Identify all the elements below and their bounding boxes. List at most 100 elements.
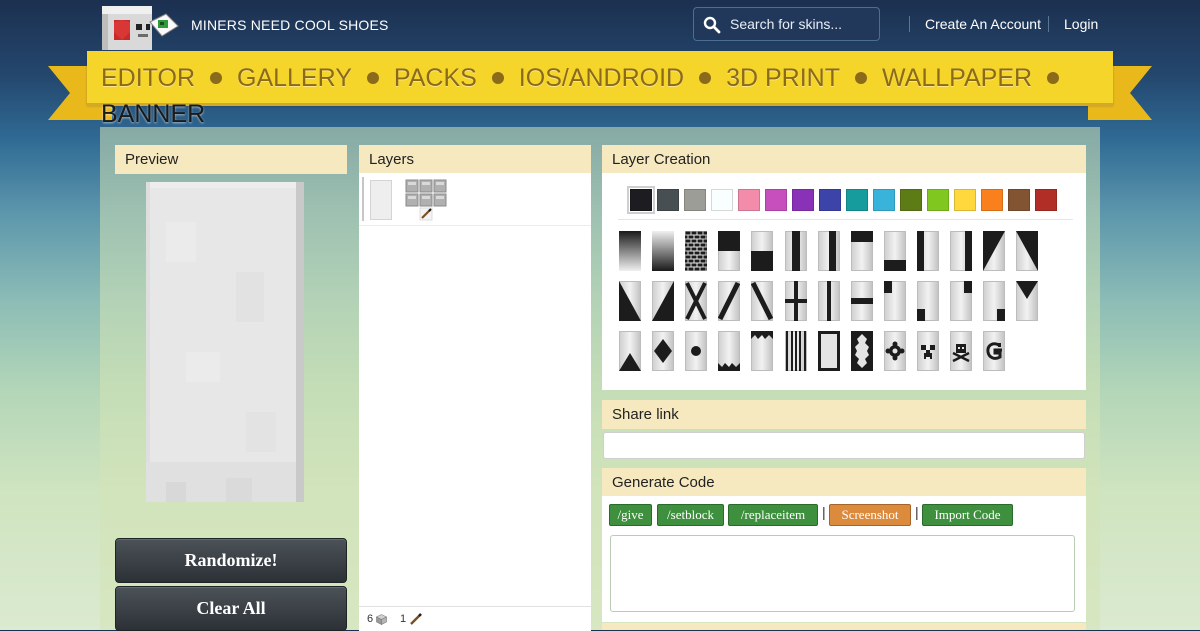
gradient-up-icon[interactable] [652,231,675,271]
search-box[interactable] [693,7,880,41]
creeper-icon[interactable] [916,331,939,371]
gradient-icon[interactable] [619,231,641,271]
half-bottom-icon[interactable] [751,231,774,271]
color-swatch[interactable] [792,189,814,211]
square-bottom-right-icon[interactable] [983,281,1006,321]
preview-title: Preview [115,145,347,174]
color-swatch[interactable] [819,189,841,211]
nav-wallpaper[interactable]: WALLPAPER [882,64,1032,92]
color-swatch[interactable] [954,189,976,211]
color-swatch[interactable] [738,189,760,211]
layer-row-base[interactable] [359,175,591,226]
stripe-downright-icon[interactable] [718,281,741,321]
color-swatch[interactable] [657,189,679,211]
site-name[interactable]: MINERS NEED COOL SHOES [191,17,389,33]
share-link-title: Share link [602,400,1086,429]
color-swatch[interactable] [627,186,655,214]
stripe-right-icon[interactable] [950,231,972,271]
header-separator [909,16,910,32]
color-swatch[interactable] [900,189,922,211]
color-swatch[interactable] [765,189,787,211]
triangle-top-icon[interactable] [1016,281,1039,321]
setblock-button[interactable]: /setblock [657,504,724,526]
stripe-small-icon[interactable] [784,331,807,371]
diagonal-right-icon[interactable] [1016,231,1039,271]
layers-list: 6 1 [359,173,591,631]
stripe-center-icon[interactable] [784,231,807,271]
straight-cross-icon[interactable] [784,281,807,321]
circle-icon[interactable] [685,331,708,371]
swatch-divider [618,219,1073,220]
header-separator [1048,16,1049,32]
generate-code-title: Generate Code [602,468,1086,497]
nav-ios-android[interactable]: IOS/ANDROID [519,64,684,92]
site-header: MINERS NEED COOL SHOES Create An Account… [0,0,1200,50]
layers-title: Layers [359,145,591,174]
block-count: 6 [367,613,374,625]
randomize-button[interactable]: Randomize! [115,538,347,583]
create-account-link[interactable]: Create An Account [925,16,1041,32]
nav-packs[interactable]: PACKS [394,64,477,92]
login-link[interactable]: Login [1064,16,1098,32]
stripe-middle-left-icon[interactable] [916,231,939,271]
screenshot-button[interactable]: Screenshot [829,504,911,526]
stripe-downleft-icon[interactable] [751,281,774,321]
diagonal-up-right-icon[interactable] [652,281,675,321]
code-output-textarea[interactable] [610,535,1075,612]
skull-icon[interactable] [950,331,972,371]
layer-creation-title: Layer Creation [602,145,1086,174]
nav-gallery[interactable]: GALLERY [237,64,352,92]
search-input[interactable] [730,13,870,35]
square-bottom-left-icon[interactable] [916,281,939,321]
nav-editor[interactable]: EDITOR [101,64,195,92]
share-link-field[interactable] [603,432,1085,459]
diagonal-left-icon[interactable] [983,231,1006,271]
color-swatch[interactable] [927,189,949,211]
color-swatch[interactable] [1008,189,1030,211]
color-swatch[interactable] [684,189,706,211]
nav-separator-dot [491,71,504,84]
stripe-middle-icon[interactable] [850,281,873,321]
stick-count: 1 [400,613,407,625]
flower-icon[interactable] [883,331,906,371]
stripe-top-icon[interactable] [850,231,873,271]
layer-creation-body [602,173,1086,390]
triangle-bottom-icon[interactable] [619,331,641,371]
triangles-top-icon[interactable] [751,331,774,371]
nav-separator-dot [366,71,379,84]
nav-banner[interactable]: BANNER [101,100,205,128]
half-top-icon[interactable] [718,231,741,271]
square-top-left-icon[interactable] [883,281,906,321]
site-logo[interactable] [100,0,180,50]
color-swatch[interactable] [1035,189,1057,211]
cross-icon[interactable] [685,281,708,321]
curly-border-icon[interactable] [850,331,873,371]
stripe-left-icon[interactable] [817,231,840,271]
color-swatch[interactable] [711,189,733,211]
banner-preview [146,182,304,502]
give-button[interactable]: /give [609,504,652,526]
triangles-bottom-icon[interactable] [718,331,741,371]
stick-icon [410,613,422,625]
color-swatch[interactable] [873,189,895,211]
border-icon[interactable] [817,331,840,371]
square-top-right-icon[interactable] [950,281,972,321]
layer-banner-thumbnail [370,180,392,220]
search-icon[interactable] [703,16,721,34]
nav-3d-print[interactable]: 3D PRINT [726,64,840,92]
layers-footer: 6 1 [359,606,591,631]
diagonal-up-left-icon[interactable] [619,281,641,321]
clear-all-button[interactable]: Clear All [115,586,347,631]
replaceitem-button[interactable]: /replaceitem [728,504,818,526]
nav-separator-dot [1047,71,1060,84]
nav-separator-dot [699,71,712,84]
rhombus-icon[interactable] [652,331,675,371]
crafting-recipe-icon [405,179,447,221]
color-swatch[interactable] [846,189,868,211]
stripe-center-thin-icon[interactable] [817,281,840,321]
color-swatch[interactable] [981,189,1003,211]
import-code-button[interactable]: Import Code [922,504,1013,526]
bricks-icon[interactable] [685,231,708,271]
stripe-bottom-icon[interactable] [883,231,906,271]
mojang-icon[interactable] [983,331,1006,371]
